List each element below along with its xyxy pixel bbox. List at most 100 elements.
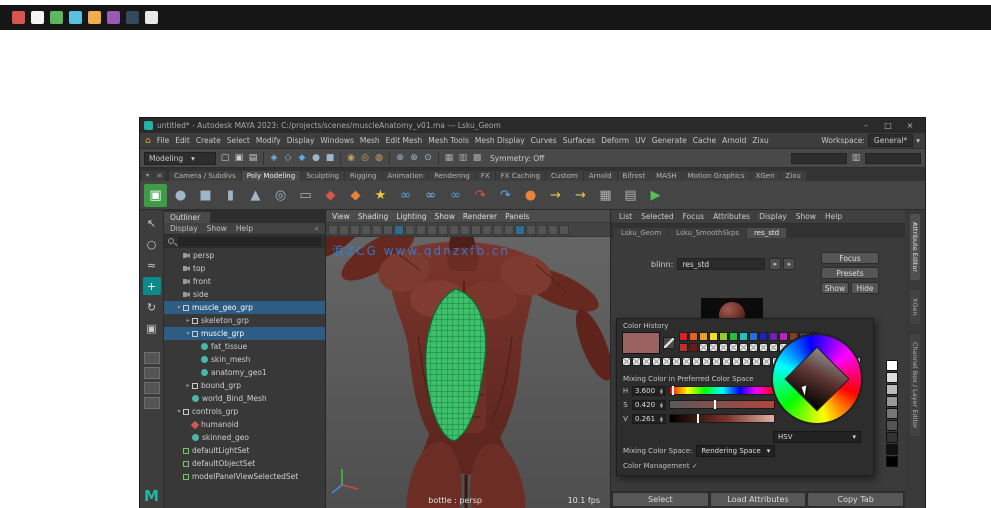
poly-cylinder-icon[interactable]: ▮ bbox=[219, 184, 242, 207]
outliner-item-muscle-grp[interactable]: ▾ muscle_grp bbox=[164, 327, 325, 340]
textured-icon[interactable] bbox=[537, 224, 547, 235]
shelf-control-icon[interactable]: ≡ bbox=[154, 171, 165, 181]
empty-history-slot[interactable] bbox=[652, 357, 661, 366]
outliner-menu-show[interactable]: Show bbox=[207, 224, 227, 233]
outliner-item-front[interactable]: front bbox=[164, 275, 325, 288]
gate-mask-icon[interactable] bbox=[427, 224, 437, 235]
empty-history-slot[interactable] bbox=[692, 357, 701, 366]
menu-surfaces[interactable]: Surfaces bbox=[563, 136, 595, 145]
status-icon[interactable]: ⊗ bbox=[408, 153, 420, 163]
color-wheel[interactable] bbox=[773, 335, 861, 423]
viewport-canvas[interactable]: 浪ZCG www.qdnzxfb.cn bottle : persp 10.1 … bbox=[326, 237, 610, 508]
menu-display[interactable]: Display bbox=[287, 136, 315, 145]
taskbar-icon[interactable] bbox=[12, 11, 25, 24]
status-icon[interactable]: ▣ bbox=[233, 153, 245, 163]
wheel-mode-dropdown[interactable]: HSV ▾ bbox=[773, 431, 861, 443]
shelf-tab-animation[interactable]: Animation bbox=[382, 171, 429, 181]
viewport-menu-renderer[interactable]: Renderer bbox=[463, 212, 497, 221]
viewport-panel[interactable]: View Shading Lighting Show Renderer Panels bbox=[326, 210, 610, 508]
status-icon[interactable]: ⊙ bbox=[422, 153, 434, 163]
persp-outliner-layout-button[interactable] bbox=[143, 382, 160, 394]
outliner-item-defaultlightset[interactable]: defaultLightSet bbox=[164, 444, 325, 457]
shelf-tab-poly-modeling[interactable]: Poly Modeling bbox=[241, 171, 301, 181]
symmetry-dropdown[interactable]: Symmetry: Off bbox=[490, 154, 544, 163]
slider-gradient-v[interactable] bbox=[669, 414, 775, 423]
image-plane-icon[interactable] bbox=[372, 224, 382, 235]
expander-icon[interactable]: ▸ bbox=[184, 382, 192, 389]
shelf-tab-custom[interactable]: Custom bbox=[546, 171, 583, 181]
value-swatch[interactable] bbox=[886, 408, 898, 419]
color-wheel-sv-area[interactable] bbox=[784, 346, 850, 412]
menu-curves[interactable]: Curves bbox=[531, 136, 557, 145]
bind-skin-icon[interactable]: ∞ bbox=[394, 184, 417, 207]
bookmarks-icon[interactable] bbox=[361, 224, 371, 235]
show-button[interactable]: Show bbox=[821, 282, 849, 294]
slider-gradient-h[interactable] bbox=[669, 386, 775, 395]
four-pane-layout-button[interactable] bbox=[143, 367, 160, 379]
shelf-tab-mash[interactable]: MASH bbox=[651, 171, 682, 181]
palette-swatch[interactable] bbox=[759, 332, 768, 341]
ik-handle-icon[interactable]: ∞ bbox=[419, 184, 442, 207]
value-slider-strip[interactable] bbox=[886, 360, 900, 467]
viewport-menu-lighting[interactable]: Lighting bbox=[396, 212, 426, 221]
value-swatch[interactable] bbox=[886, 432, 898, 443]
select-tool[interactable]: ↖ bbox=[143, 214, 161, 232]
empty-history-slot[interactable] bbox=[672, 357, 681, 366]
outliner-item-skinned-geo[interactable]: skinned_geo bbox=[164, 431, 325, 444]
palette-swatch[interactable] bbox=[779, 332, 788, 341]
2d-pan-zoom-icon[interactable] bbox=[383, 224, 393, 235]
shelf-tab-motion-graphics[interactable]: Motion Graphics bbox=[682, 171, 750, 181]
focus-button[interactable]: Focus bbox=[821, 252, 879, 264]
outliner-item-humanoid[interactable]: humanoid bbox=[164, 418, 325, 431]
hypershade-layout-button[interactable] bbox=[143, 397, 160, 409]
expander-icon[interactable]: ▸ bbox=[184, 317, 192, 324]
hide-button[interactable]: Hide bbox=[851, 282, 879, 294]
mixing-space-dropdown[interactable]: Rendering Space ▾ bbox=[696, 445, 776, 457]
palette-swatch[interactable] bbox=[769, 332, 778, 341]
outliner-item-skin-mesh[interactable]: skin_mesh bbox=[164, 353, 325, 366]
empty-history-slot[interactable] bbox=[742, 357, 751, 366]
status-icon[interactable]: ▥ bbox=[457, 153, 469, 163]
map-button[interactable]: ▸ bbox=[769, 258, 782, 270]
palette-swatch[interactable] bbox=[679, 332, 688, 341]
status-icon[interactable]: ⊕ bbox=[394, 153, 406, 163]
close-button[interactable]: × bbox=[899, 121, 921, 130]
shelf-tab-fx[interactable]: FX bbox=[475, 171, 495, 181]
ae-menu-list[interactable]: List bbox=[619, 212, 632, 221]
palette-swatch[interactable] bbox=[709, 332, 718, 341]
empty-history-slot[interactable] bbox=[712, 357, 721, 366]
outliner-tab[interactable]: Outliner bbox=[164, 212, 211, 223]
empty-history-slot[interactable] bbox=[769, 343, 778, 352]
palette-swatch[interactable] bbox=[749, 332, 758, 341]
empty-history-slot[interactable] bbox=[722, 357, 731, 366]
menu-file[interactable]: File bbox=[157, 136, 170, 145]
grid-icon[interactable] bbox=[394, 224, 404, 235]
select-button[interactable]: Select bbox=[612, 492, 709, 507]
playblast-icon[interactable]: ▶ bbox=[644, 184, 667, 207]
status-icon[interactable]: ▩ bbox=[471, 153, 483, 163]
arrow-transfer-icon[interactable]: → bbox=[569, 184, 592, 207]
palette-swatch[interactable] bbox=[739, 332, 748, 341]
default-material-icon[interactable] bbox=[526, 224, 536, 235]
status-icon[interactable]: ● bbox=[310, 153, 322, 163]
use-all-lights-icon[interactable] bbox=[548, 224, 558, 235]
render-view-icon[interactable]: ▤ bbox=[619, 184, 642, 207]
lasso-tool[interactable]: ○ bbox=[143, 235, 161, 253]
value-swatch[interactable] bbox=[886, 372, 898, 383]
menu-deform[interactable]: Deform bbox=[601, 136, 629, 145]
shelf-tab-sculpting[interactable]: Sculpting bbox=[301, 171, 344, 181]
field-chart-icon[interactable] bbox=[438, 224, 448, 235]
slider-gradient-s[interactable] bbox=[669, 400, 775, 409]
isolate-select-icon[interactable] bbox=[493, 224, 503, 235]
shelf-control-icon[interactable]: ▾ bbox=[142, 171, 153, 181]
current-color-swatch[interactable] bbox=[622, 332, 660, 354]
shadows-icon[interactable] bbox=[559, 224, 569, 235]
status-icon[interactable]: ▢ bbox=[219, 153, 231, 163]
move-tool[interactable]: + bbox=[142, 277, 161, 295]
status-icon[interactable]: ◉ bbox=[345, 153, 357, 163]
menu-modify[interactable]: Modify bbox=[256, 136, 281, 145]
shelf-tab-xgen[interactable]: XGen bbox=[750, 171, 780, 181]
slider-value-spinner[interactable]: 0.420 ▲ ▼ bbox=[632, 399, 666, 410]
empty-history-slot[interactable] bbox=[662, 357, 671, 366]
xray-icon[interactable] bbox=[504, 224, 514, 235]
